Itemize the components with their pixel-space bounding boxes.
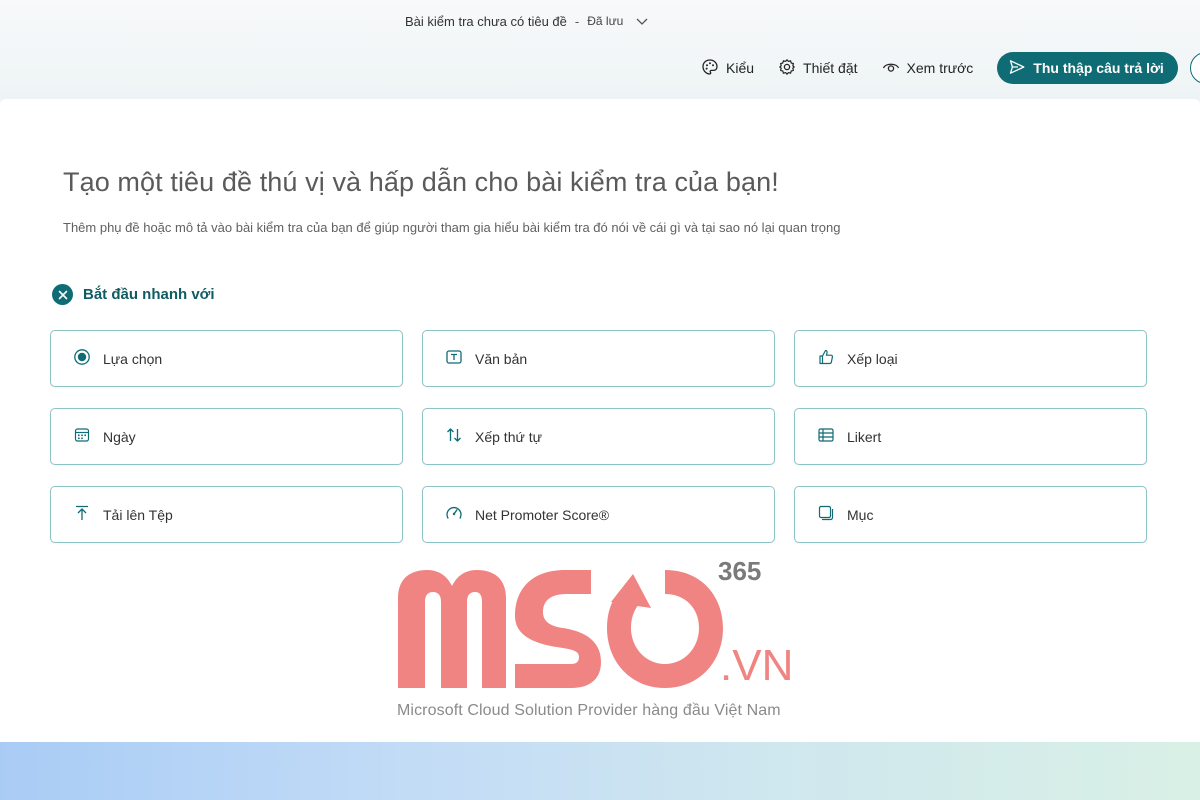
preview-button[interactable]: Xem trước [878, 52, 978, 84]
settings-button[interactable]: Thiết đặt [774, 52, 861, 84]
document-title-area[interactable]: Bài kiểm tra chưa có tiêu đề - Đã lưu [405, 11, 649, 31]
question-type-rating[interactable]: Xếp loại [794, 330, 1147, 387]
question-type-nps[interactable]: Net Promoter Score® [422, 486, 775, 543]
question-type-section[interactable]: Mục [794, 486, 1147, 543]
preview-label: Xem trước [906, 60, 974, 76]
question-type-label: Likert [847, 428, 882, 445]
upload-icon [73, 504, 91, 525]
palette-icon [701, 58, 719, 79]
bottom-background-band [0, 742, 1200, 800]
collect-responses-label: Thu thập câu trả lời [1033, 60, 1164, 76]
title-separator: - [574, 13, 580, 29]
quick-start-header: Bắt đầu nhanh với [52, 284, 215, 305]
question-type-likert[interactable]: Likert [794, 408, 1147, 465]
quick-start-label: Bắt đầu nhanh với [83, 286, 215, 303]
settings-label: Thiết đặt [803, 60, 858, 76]
table-icon [817, 426, 835, 447]
brand-suffix: .VN [720, 641, 793, 690]
question-type-label: Xếp loại [847, 350, 898, 367]
radio-icon [73, 348, 91, 369]
question-type-ranking[interactable]: Xếp thứ tự [422, 408, 775, 465]
page-title[interactable]: Tạo một tiêu đề thú vị và hấp dẫn cho bà… [63, 167, 779, 198]
top-bar: Bài kiểm tra chưa có tiêu đề - Đã lưu Ki… [0, 0, 1200, 100]
calendar-icon [73, 426, 91, 447]
question-type-date[interactable]: Ngày [50, 408, 403, 465]
question-type-file-upload[interactable]: Tải lên Tệp [50, 486, 403, 543]
style-label: Kiểu [726, 60, 755, 76]
question-type-label: Văn bản [475, 350, 528, 367]
document-title[interactable]: Bài kiểm tra chưa có tiêu đề [405, 14, 567, 29]
style-button[interactable]: Kiểu [697, 52, 758, 84]
brand-superscript: 365 [718, 558, 761, 586]
share-button[interactable] [1190, 52, 1200, 84]
question-type-label: Ngày [103, 428, 136, 445]
thumbs-up-icon [817, 348, 835, 369]
save-status: Đã lưu [587, 14, 624, 28]
gauge-icon [445, 504, 463, 525]
chevron-down-icon[interactable] [635, 14, 649, 28]
toolbar-actions: Kiểu Thiết đặt Xem trước Thu thập câu tr… [697, 52, 1178, 84]
question-type-label: Xếp thứ tự [475, 428, 542, 445]
send-icon [1009, 59, 1025, 78]
section-icon [817, 504, 835, 525]
collect-responses-button[interactable]: Thu thập câu trả lời [997, 52, 1178, 84]
sort-arrows-icon [445, 426, 463, 447]
gear-icon [778, 58, 796, 79]
text-box-icon [445, 348, 463, 369]
mso-watermark-logo: 365 .VN [398, 558, 793, 690]
question-type-label: Lựa chọn [103, 350, 163, 367]
question-type-label: Net Promoter Score® [475, 506, 610, 523]
question-type-label: Tải lên Tệp [103, 506, 173, 523]
close-icon[interactable] [52, 284, 73, 305]
watermark-caption: Microsoft Cloud Solution Provider hàng đ… [397, 702, 781, 719]
question-type-choice[interactable]: Lựa chọn [50, 330, 403, 387]
eye-icon [882, 58, 900, 79]
page-subtitle[interactable]: Thêm phụ đề hoặc mô tả vào bài kiểm tra … [63, 220, 840, 235]
question-type-text[interactable]: Văn bản [422, 330, 775, 387]
question-type-label: Mục [847, 506, 874, 523]
question-type-grid: Lựa chọn Văn bản Xếp loại Ngày Xếp thứ t… [50, 330, 1147, 543]
